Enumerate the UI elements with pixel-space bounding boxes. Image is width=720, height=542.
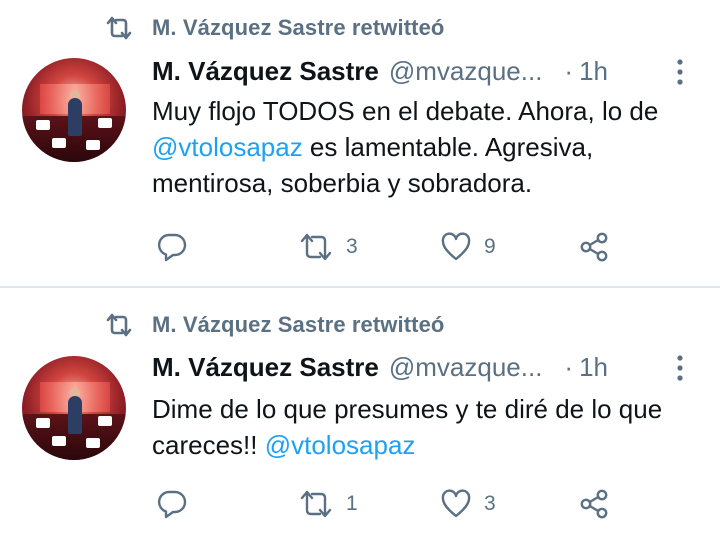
tweet-text: Muy flojo TODOS en el debate. Ahora, lo … bbox=[152, 93, 702, 201]
mention-link[interactable]: @vtolosapaz bbox=[265, 430, 416, 460]
author-handle[interactable]: @mvazque... bbox=[389, 352, 543, 383]
avatar[interactable] bbox=[22, 58, 126, 162]
retweet-count: 3 bbox=[346, 235, 358, 258]
like-button[interactable]: 9 bbox=[440, 227, 496, 267]
retweet-label[interactable]: M. Vázquez Sastre retwitteó bbox=[152, 312, 444, 338]
mention-link[interactable]: @vtolosapaz bbox=[152, 132, 303, 162]
retweet-icon bbox=[300, 490, 332, 518]
like-button[interactable]: 3 bbox=[440, 484, 496, 524]
retweet-context: M. Vázquez Sastre retwitteó bbox=[104, 310, 444, 340]
avatar[interactable] bbox=[22, 356, 126, 460]
tweet-text-part: Muy flojo TODOS en el debate. Ahora, lo … bbox=[152, 96, 659, 126]
like-icon bbox=[441, 489, 471, 518]
author-name[interactable]: M. Vázquez Sastre bbox=[152, 352, 379, 383]
timestamp[interactable]: 1h bbox=[579, 352, 608, 383]
reply-button[interactable] bbox=[156, 227, 200, 267]
more-icon[interactable] bbox=[670, 353, 690, 383]
like-icon bbox=[441, 232, 471, 261]
retweet-icon bbox=[300, 233, 332, 261]
reply-icon bbox=[157, 233, 187, 262]
share-icon bbox=[580, 489, 608, 519]
like-count: 3 bbox=[484, 492, 496, 515]
retweet-icon bbox=[106, 313, 132, 337]
more-icon[interactable] bbox=[670, 57, 690, 87]
reply-button[interactable] bbox=[156, 484, 200, 524]
author-name[interactable]: M. Vázquez Sastre bbox=[152, 56, 379, 87]
tweet-header: M. Vázquez Sastre @mvazque... · 1h bbox=[152, 56, 608, 87]
tweet[interactable]: M. Vázquez Sastre retwitteó M. Vázquez S… bbox=[0, 290, 720, 542]
separator-dot: · bbox=[564, 352, 574, 382]
retweet-label[interactable]: M. Vázquez Sastre retwitteó bbox=[152, 15, 444, 41]
tweet-divider bbox=[0, 286, 720, 288]
retweet-count: 1 bbox=[346, 492, 358, 515]
author-handle[interactable]: @mvazque... bbox=[389, 56, 543, 87]
retweet-context: M. Vázquez Sastre retwitteó bbox=[104, 13, 444, 43]
share-button[interactable] bbox=[578, 484, 610, 524]
timeline-feed: M. Vázquez Sastre retwitteó M. Vázquez S… bbox=[0, 0, 720, 542]
tweet-header: M. Vázquez Sastre @mvazque... · 1h bbox=[152, 352, 608, 383]
tweet-actions: 1 3 bbox=[152, 484, 622, 524]
like-count: 9 bbox=[484, 235, 496, 258]
tweet[interactable]: M. Vázquez Sastre retwitteó M. Vázquez S… bbox=[0, 0, 720, 287]
retweet-icon bbox=[106, 16, 132, 40]
reply-icon bbox=[157, 490, 187, 519]
tweet-text: Dime de lo que presumes y te diré de lo … bbox=[152, 391, 702, 463]
separator-dot: · bbox=[564, 56, 574, 86]
share-button[interactable] bbox=[578, 227, 610, 267]
retweet-button[interactable]: 3 bbox=[298, 227, 358, 267]
share-icon bbox=[580, 232, 608, 262]
tweet-actions: 3 9 bbox=[152, 227, 622, 267]
retweet-button[interactable]: 1 bbox=[298, 484, 358, 524]
timestamp[interactable]: 1h bbox=[579, 56, 608, 87]
